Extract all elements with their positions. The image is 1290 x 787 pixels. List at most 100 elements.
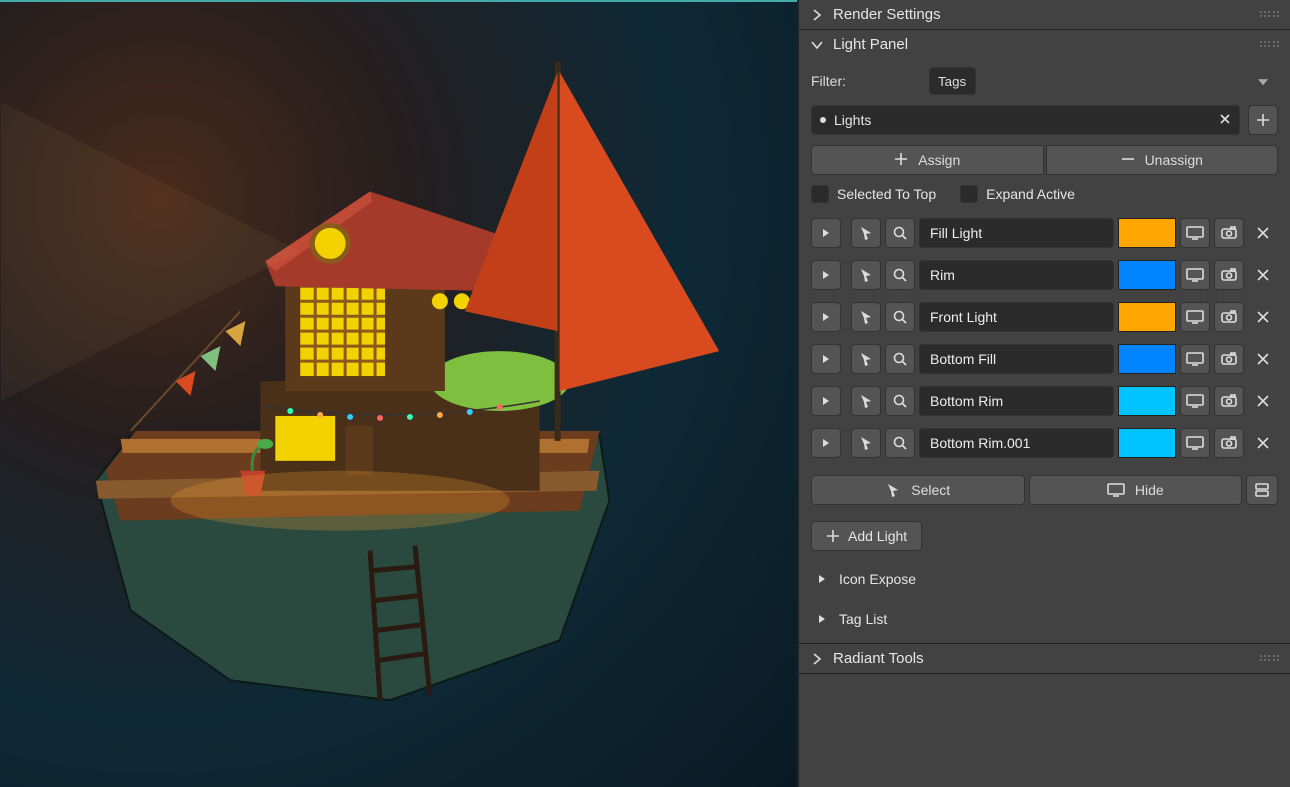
render-visibility-button[interactable] xyxy=(1214,260,1244,290)
render-visibility-button[interactable] xyxy=(1214,386,1244,416)
light-name-input[interactable]: Bottom Fill xyxy=(919,344,1114,374)
render-visibility-button[interactable] xyxy=(1214,428,1244,458)
light-item: Rim xyxy=(811,259,1278,291)
plus-icon xyxy=(894,150,908,171)
search-icon xyxy=(892,435,908,451)
cursor-icon xyxy=(858,309,874,325)
find-light-button[interactable] xyxy=(885,344,915,374)
light-item: Front Light xyxy=(811,301,1278,333)
remove-light-button[interactable] xyxy=(1248,260,1278,290)
camera-icon xyxy=(1221,352,1237,366)
viewport-visibility-button[interactable] xyxy=(1180,302,1210,332)
triangle-right-icon xyxy=(815,614,829,624)
light-item: Bottom Fill xyxy=(811,343,1278,375)
expand-toggle[interactable] xyxy=(811,302,841,332)
panel-header-render-settings[interactable]: Render Settings xyxy=(799,0,1290,29)
hide-label: Hide xyxy=(1135,482,1164,498)
viewport-visibility-button[interactable] xyxy=(1180,428,1210,458)
close-icon xyxy=(1256,310,1270,324)
light-color-swatch[interactable] xyxy=(1118,344,1176,374)
find-light-button[interactable] xyxy=(885,260,915,290)
camera-icon xyxy=(1221,310,1237,324)
render-visibility-button[interactable] xyxy=(1214,218,1244,248)
panel-header-radiant-tools[interactable]: Radiant Tools xyxy=(799,644,1290,673)
select-light-button[interactable] xyxy=(851,302,881,332)
subsection-label: Icon Expose xyxy=(839,571,916,587)
camera-icon xyxy=(1221,268,1237,282)
light-name-input[interactable]: Rim xyxy=(919,260,1114,290)
viewport-3d[interactable] xyxy=(0,0,797,787)
light-color-swatch[interactable] xyxy=(1118,218,1176,248)
select-light-button[interactable] xyxy=(851,344,881,374)
viewport-visibility-button[interactable] xyxy=(1180,386,1210,416)
panel-header-light-panel[interactable]: Light Panel xyxy=(799,30,1290,59)
subsection-icon-expose[interactable]: Icon Expose xyxy=(811,567,1278,591)
triangle-right-icon xyxy=(821,312,831,322)
filter-row: Filter: Tags xyxy=(811,67,1278,95)
expand-toggle[interactable] xyxy=(811,386,841,416)
light-name-input[interactable]: Front Light xyxy=(919,302,1114,332)
select-button[interactable]: Select xyxy=(811,475,1025,505)
isolate-button[interactable] xyxy=(1246,475,1278,505)
expand-active-checkbox[interactable]: Expand Active xyxy=(960,185,1075,203)
select-light-button[interactable] xyxy=(851,386,881,416)
close-icon[interactable] xyxy=(1219,112,1231,128)
expand-toggle[interactable] xyxy=(811,428,841,458)
hide-button[interactable]: Hide xyxy=(1029,475,1243,505)
assign-button[interactable]: Assign xyxy=(811,145,1044,175)
find-light-button[interactable] xyxy=(885,428,915,458)
remove-light-button[interactable] xyxy=(1248,302,1278,332)
selected-to-top-checkbox[interactable]: Selected To Top xyxy=(811,185,936,203)
render-visibility-button[interactable] xyxy=(1214,302,1244,332)
light-color-swatch[interactable] xyxy=(1118,428,1176,458)
cursor-icon xyxy=(858,225,874,241)
add-light-button[interactable]: Add Light xyxy=(811,521,922,551)
remove-light-button[interactable] xyxy=(1248,428,1278,458)
filter-label: Filter: xyxy=(811,73,921,89)
expand-toggle[interactable] xyxy=(811,218,841,248)
cursor-icon xyxy=(885,482,901,498)
drag-grip-icon[interactable] xyxy=(1260,41,1280,49)
viewport-visibility-button[interactable] xyxy=(1180,260,1210,290)
triangle-right-icon xyxy=(815,574,829,584)
remove-light-button[interactable] xyxy=(1248,218,1278,248)
find-light-button[interactable] xyxy=(885,386,915,416)
drag-grip-icon[interactable] xyxy=(1260,655,1280,663)
select-light-button[interactable] xyxy=(851,428,881,458)
select-light-button[interactable] xyxy=(851,260,881,290)
monitor-icon xyxy=(1186,226,1204,240)
render-visibility-button[interactable] xyxy=(1214,344,1244,374)
light-color-swatch[interactable] xyxy=(1118,260,1176,290)
expand-toggle[interactable] xyxy=(811,344,841,374)
filter-mode-select[interactable]: Tags xyxy=(929,67,976,95)
light-item: Bottom Rim xyxy=(811,385,1278,417)
expand-toggle[interactable] xyxy=(811,260,841,290)
chevron-right-icon xyxy=(809,7,825,23)
light-item: Bottom Rim.001 xyxy=(811,427,1278,459)
subsection-tag-list[interactable]: Tag List xyxy=(811,607,1278,631)
viewport-visibility-button[interactable] xyxy=(1180,344,1210,374)
remove-light-button[interactable] xyxy=(1248,344,1278,374)
monitor-icon xyxy=(1107,483,1125,497)
remove-light-button[interactable] xyxy=(1248,386,1278,416)
subsection-label: Tag List xyxy=(839,611,887,627)
light-name-input[interactable]: Fill Light xyxy=(919,218,1114,248)
drag-grip-icon[interactable] xyxy=(1260,11,1280,19)
light-name-input[interactable]: Bottom Rim.001 xyxy=(919,428,1114,458)
light-color-swatch[interactable] xyxy=(1118,302,1176,332)
add-tag-button[interactable] xyxy=(1248,105,1278,135)
close-icon xyxy=(1256,436,1270,450)
unassign-button[interactable]: Unassign xyxy=(1046,145,1279,175)
panel-radiant-tools: Radiant Tools xyxy=(799,644,1290,674)
light-color-swatch[interactable] xyxy=(1118,386,1176,416)
triangle-right-icon xyxy=(821,354,831,364)
cursor-icon xyxy=(858,351,874,367)
select-light-button[interactable] xyxy=(851,218,881,248)
tag-chip-lights[interactable]: Lights xyxy=(811,105,1240,135)
find-light-button[interactable] xyxy=(885,302,915,332)
light-name-input[interactable]: Bottom Rim xyxy=(919,386,1114,416)
tag-chip-label: Lights xyxy=(834,112,871,128)
find-light-button[interactable] xyxy=(885,218,915,248)
monitor-icon xyxy=(1186,310,1204,324)
viewport-visibility-button[interactable] xyxy=(1180,218,1210,248)
